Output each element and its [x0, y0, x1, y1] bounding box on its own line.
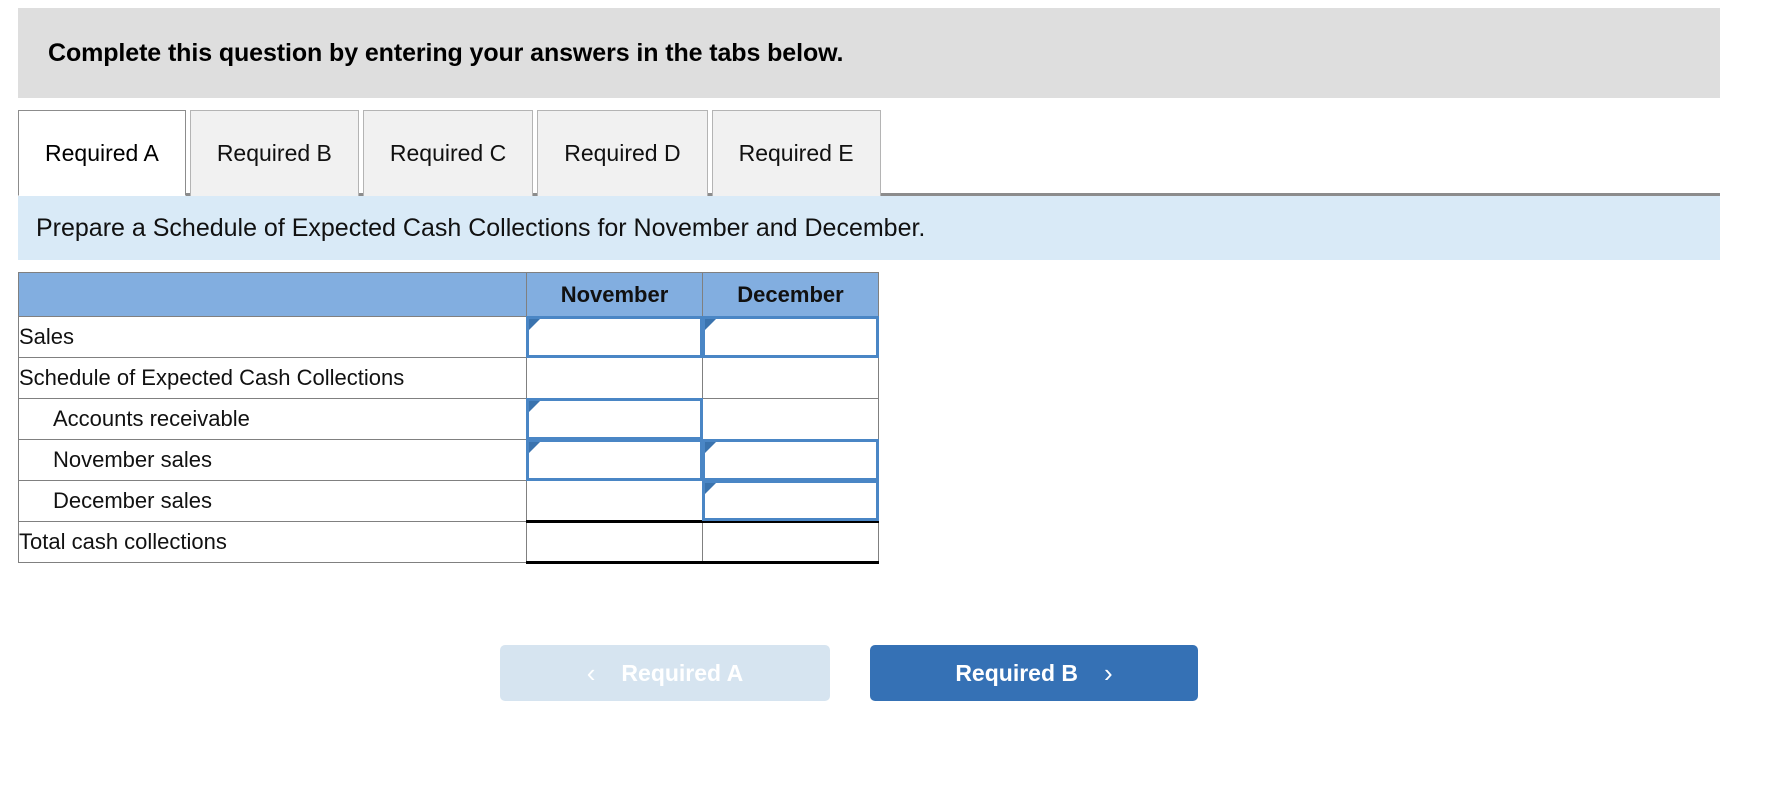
- december-answer-box[interactable]: [702, 316, 879, 358]
- december-answer-input[interactable]: [705, 483, 876, 518]
- november-static-cell: [526, 357, 703, 399]
- tab-strip: Required A Required B Required C Required D…: [18, 110, 1720, 196]
- navigation-buttons: ‹ Required A Required B ›: [500, 645, 1198, 701]
- tab-label: Required A: [45, 139, 159, 166]
- row-label: Schedule of Expected Cash Collections: [18, 357, 527, 399]
- november-answer-input[interactable]: [529, 319, 700, 355]
- november-answer-cell[interactable]: [526, 316, 703, 358]
- december-answer-input[interactable]: [705, 442, 876, 478]
- requirement-prompt-text: Prepare a Schedule of Expected Cash Coll…: [36, 213, 926, 242]
- december-static-cell: [702, 520, 879, 564]
- row-label: Accounts receivable: [18, 398, 527, 440]
- december-answer-cell[interactable]: [702, 316, 879, 358]
- next-requirement-label: Required B: [955, 659, 1078, 686]
- november-answer-box[interactable]: [526, 398, 703, 440]
- tab-label: Required D: [564, 140, 681, 166]
- table-row: November sales: [18, 439, 879, 481]
- december-answer-box[interactable]: [702, 439, 879, 481]
- tab-required-a[interactable]: Required A: [18, 110, 186, 196]
- question-banner: Complete this question by entering your …: [18, 8, 1720, 98]
- chevron-left-icon: ‹: [586, 658, 596, 688]
- tab-label: Required B: [216, 140, 332, 166]
- next-requirement-button[interactable]: Required B ›: [870, 645, 1198, 701]
- previous-requirement-label: Required A: [621, 659, 744, 686]
- table-row: Accounts receivable: [18, 398, 879, 440]
- november-answer-box[interactable]: [526, 439, 703, 481]
- previous-requirement-button[interactable]: ‹ Required A: [500, 645, 830, 701]
- tab-required-c[interactable]: Required C: [362, 110, 534, 196]
- row-label: December sales: [18, 480, 527, 522]
- november-static-cell: [526, 520, 703, 564]
- column-header-november: November: [526, 272, 703, 317]
- requirement-prompt: Prepare a Schedule of Expected Cash Coll…: [18, 196, 1720, 260]
- table-row: Sales: [18, 316, 879, 358]
- row-label: Sales: [18, 316, 527, 358]
- table-row: Schedule of Expected Cash Collections: [18, 357, 879, 399]
- cash-collections-table: November December Sales Schedule of Expec…: [18, 272, 879, 564]
- december-answer-cell[interactable]: [702, 439, 879, 481]
- question-page: Complete this question by entering your …: [0, 0, 1772, 812]
- december-answer-input[interactable]: [705, 319, 876, 355]
- november-answer-cell[interactable]: [526, 398, 703, 440]
- table-row: December sales: [18, 480, 879, 522]
- december-static-cell: [702, 398, 879, 440]
- question-banner-text: Complete this question by entering your …: [48, 38, 844, 67]
- tab-label: Required C: [389, 140, 507, 166]
- december-answer-cell[interactable]: [702, 480, 879, 522]
- column-header-blank: [18, 272, 527, 317]
- tab-required-d[interactable]: Required D: [537, 110, 708, 196]
- november-answer-input[interactable]: [529, 442, 700, 478]
- november-answer-box[interactable]: [526, 316, 703, 358]
- november-answer-input[interactable]: [529, 401, 700, 437]
- table-header-row: November December: [18, 272, 879, 317]
- table-row: Total cash collections: [18, 520, 879, 564]
- tab-required-e[interactable]: Required E: [711, 110, 881, 196]
- tab-required-b[interactable]: Required B: [189, 110, 359, 196]
- december-static-cell: [702, 357, 879, 399]
- november-answer-cell[interactable]: [526, 439, 703, 481]
- chevron-right-icon: ›: [1104, 658, 1113, 688]
- november-static-cell: [526, 480, 703, 522]
- row-label: Total cash collections: [18, 521, 527, 563]
- column-header-december: December: [702, 272, 879, 317]
- row-label: November sales: [18, 439, 527, 481]
- december-answer-box[interactable]: [702, 480, 879, 521]
- tab-label: Required E: [738, 140, 854, 166]
